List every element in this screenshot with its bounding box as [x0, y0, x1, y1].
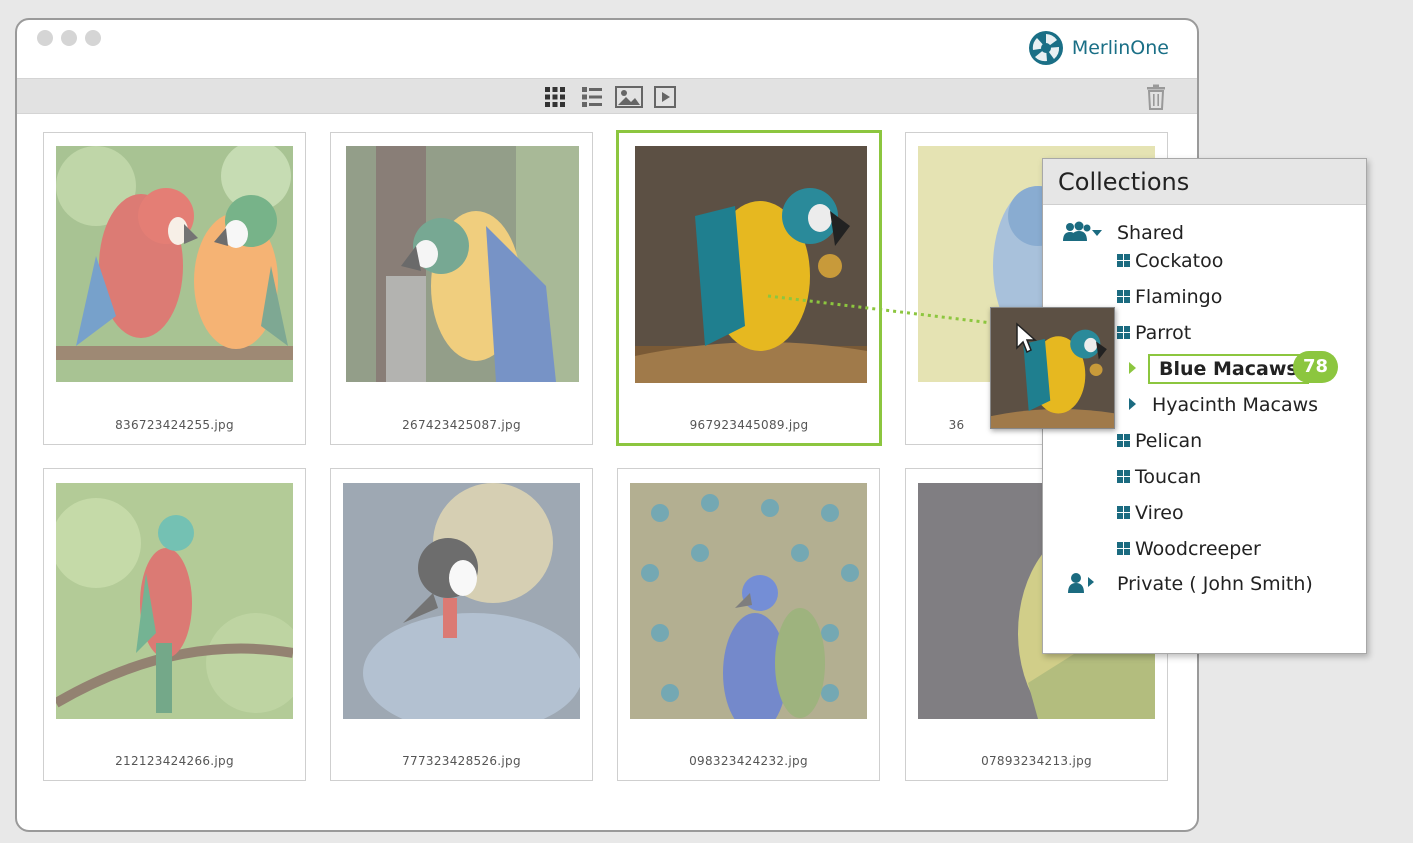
collection-item-hyacinth-macaws[interactable]: Hyacinth Macaws: [1129, 394, 1318, 416]
collection-icon: [1117, 290, 1131, 304]
expand-triangle-icon[interactable]: [1129, 362, 1136, 374]
collection-label: Toucan: [1135, 466, 1202, 488]
grid-view-icon[interactable]: [544, 86, 566, 113]
collection-label: Woodcreeper: [1135, 538, 1261, 560]
list-view-icon[interactable]: [581, 86, 603, 113]
collection-item-blue-macaws[interactable]: Blue Macaws: [1129, 354, 1309, 384]
video-view-icon[interactable]: [654, 86, 676, 113]
private-group-toggle[interactable]: [1067, 572, 1097, 596]
trash-icon[interactable]: [1145, 84, 1167, 115]
collections-title: Collections: [1043, 159, 1366, 205]
collection-label: Vireo: [1135, 502, 1184, 524]
shared-users-icon: [1063, 221, 1102, 241]
collection-item-vireo[interactable]: Vireo: [1117, 502, 1184, 524]
collection-icon: [1117, 542, 1131, 556]
collection-item-toucan[interactable]: Toucan: [1117, 466, 1201, 488]
collection-label: Parrot: [1135, 322, 1192, 344]
asset-card[interactable]: 098323424232.jpg: [617, 468, 880, 781]
collection-label: Hyacinth Macaws: [1152, 394, 1319, 416]
merlinone-logo-icon: [1028, 31, 1063, 65]
blue-gold-macaw-eating-image: [991, 308, 1114, 428]
collection-icon: [1117, 326, 1131, 340]
asset-filename: 777323428526.jpg: [402, 754, 521, 768]
drag-ghost-thumbnail: [990, 307, 1115, 429]
maximize-window-button[interactable]: [85, 30, 101, 46]
collection-icon: [1117, 506, 1131, 520]
asset-card[interactable]: 777323428526.jpg: [330, 468, 593, 781]
collection-item-woodcreeper[interactable]: Woodcreeper: [1117, 538, 1261, 560]
asset-thumbnail[interactable]: [635, 146, 867, 383]
minimize-window-button[interactable]: [61, 30, 77, 46]
expand-triangle-icon[interactable]: [1129, 398, 1136, 410]
brand-name: MerlinOne: [1071, 37, 1169, 59]
collection-item-cockatoo[interactable]: Cockatoo: [1117, 250, 1223, 272]
collection-item-flamingo[interactable]: Flamingo: [1117, 286, 1222, 308]
asset-thumbnail[interactable]: [630, 483, 867, 719]
collection-label: Pelican: [1135, 430, 1203, 452]
close-window-button[interactable]: [37, 30, 53, 46]
collection-icon: [1117, 254, 1131, 268]
asset-thumbnail[interactable]: [56, 146, 293, 382]
asset-thumbnail[interactable]: [343, 483, 580, 719]
collection-icon: [1117, 434, 1131, 448]
shared-group-label[interactable]: Shared: [1117, 222, 1184, 244]
collection-icon: [1117, 470, 1131, 484]
asset-card-selected[interactable]: 967923445089.jpg: [616, 130, 882, 446]
asset-filename: 098323424232.jpg: [689, 754, 808, 768]
asset-filename: 07893234213.jpg: [981, 754, 1092, 768]
brand-logo: MerlinOne: [1028, 30, 1169, 66]
asset-filename: 836723424255.jpg: [115, 418, 234, 432]
toolbar: [17, 78, 1197, 114]
asset-thumbnail[interactable]: [346, 146, 579, 382]
asset-filename: 267423425087.jpg: [402, 418, 521, 432]
asset-card[interactable]: 212123424266.jpg: [43, 468, 306, 781]
title-bar: MerlinOne: [17, 20, 1197, 78]
collection-item-pelican[interactable]: Pelican: [1117, 430, 1202, 452]
asset-card[interactable]: 836723424255.jpg: [43, 132, 306, 445]
image-view-icon[interactable]: [615, 86, 643, 113]
mouse-cursor-icon: [1016, 322, 1037, 354]
private-user-icon: [1068, 573, 1094, 593]
asset-thumbnail[interactable]: [56, 483, 293, 719]
asset-filename: 212123424266.jpg: [115, 754, 234, 768]
drop-target-label[interactable]: Blue Macaws: [1148, 354, 1309, 384]
collection-label: Cockatoo: [1135, 250, 1224, 272]
collection-count-badge: 78: [1293, 351, 1338, 383]
private-group-label[interactable]: Private ( John Smith): [1117, 573, 1313, 595]
collection-item-parrot[interactable]: Parrot: [1117, 322, 1191, 344]
collection-label: Flamingo: [1135, 286, 1223, 308]
blue-gold-macaw-eating-image: [635, 146, 867, 383]
shared-group-toggle[interactable]: [1061, 221, 1105, 245]
asset-card[interactable]: 267423425087.jpg: [330, 132, 593, 445]
